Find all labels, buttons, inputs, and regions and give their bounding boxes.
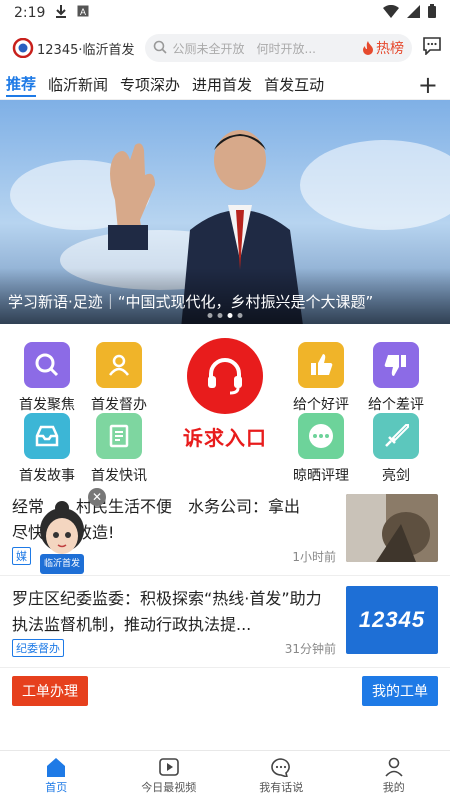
carousel-dot-active — [227, 313, 233, 318]
tab-recommend[interactable]: 推荐 — [6, 73, 37, 97]
nav-home[interactable]: 首页 — [0, 751, 113, 800]
search-placeholder: 公厕未全开放 何时开放... — [172, 41, 316, 56]
status-bar: 2:19 A — [0, 0, 450, 26]
sword-icon — [373, 413, 419, 459]
tab-progress[interactable]: 进用首发 — [192, 74, 252, 95]
chat-dots-icon — [298, 413, 344, 459]
logo-icon — [12, 38, 34, 58]
thumbs-down-icon — [373, 342, 419, 388]
wifi-icon — [383, 4, 399, 22]
my-work-order-button[interactable]: 我的工单 — [362, 676, 438, 706]
add-tab-button[interactable]: + — [418, 71, 444, 99]
thumbs-up-icon — [298, 342, 344, 388]
nav-label: 今日最视频 — [141, 780, 197, 794]
hot-list-label: 热榜 — [376, 41, 404, 57]
carousel-dot — [207, 313, 213, 318]
carousel-dots — [207, 313, 243, 318]
headset-icon — [187, 338, 263, 414]
thumbnail-text: 12345 — [358, 607, 426, 632]
appeal-label: 诉求入口 — [183, 426, 267, 450]
search-icon — [24, 342, 70, 388]
grid-item-supervise[interactable]: 首发督办 — [83, 342, 155, 414]
tab-interact[interactable]: 首发互动 — [264, 74, 324, 95]
news-time: 1小时前 — [292, 549, 336, 564]
nav-label: 首页 — [45, 780, 68, 794]
carousel-dot — [237, 313, 243, 318]
grid-item-label: 首发故事 — [19, 468, 75, 484]
news-list: 经常 村民生活不便 水务公司：拿出 尽快提升改造! 媒 1小时前 罗庄区纪委监委… — [0, 484, 450, 668]
news-thumbnail — [346, 494, 438, 562]
download-icon — [55, 4, 67, 22]
nav-speak[interactable]: 我有话说 — [225, 751, 338, 800]
battery-icon — [428, 4, 436, 22]
cloud-shape — [300, 140, 450, 230]
grid-item-label: 晾晒评理 — [293, 468, 349, 484]
grid-item-review[interactable]: 晾晒评理 — [285, 413, 357, 485]
nav-video[interactable]: 今日最视频 — [113, 751, 226, 800]
grid-item-label: 亮剑 — [382, 468, 410, 484]
grid-item-label: 给个差评 — [368, 397, 424, 413]
a-box-icon: A — [77, 5, 89, 21]
nav-mine[interactable]: 我的 — [338, 751, 450, 800]
function-grid: 首发聚焦 首发督办 诉求入口 给个好评 给个差评 首发故事 首发快讯 晾晒评理 … — [0, 324, 450, 484]
search-icon — [153, 40, 167, 57]
inbox-icon — [24, 413, 70, 459]
grid-item-label: 给个好评 — [293, 397, 349, 413]
mascot-badge: 临沂首发 — [43, 559, 80, 569]
nav-label: 我有话说 — [259, 780, 304, 794]
close-icon[interactable]: ✕ — [88, 488, 106, 506]
appeal-entry-button[interactable]: 诉求入口 — [176, 338, 274, 451]
bottom-nav: 首页 今日最视频 我有话说 我的 — [0, 750, 450, 800]
hot-list-button[interactable]: 热榜 — [362, 38, 404, 58]
handle-work-order-button[interactable]: 工单办理 — [12, 676, 88, 706]
grid-item-sword[interactable]: 亮剑 — [360, 413, 432, 485]
tab-special[interactable]: 专项深办 — [120, 74, 180, 95]
tab-linyi-news[interactable]: 临沂新闻 — [48, 74, 108, 95]
news-time: 31分钟前 — [284, 641, 336, 656]
category-tabs: 推荐 临沂新闻 专项深办 进用首发 首发互动 + — [0, 70, 450, 100]
carousel-dot — [217, 313, 223, 318]
news-item[interactable]: 罗庄区纪委监委：积极探索“热线·首发”助力执法监督机制，推动行政执法提... 纪… — [0, 576, 450, 668]
flame-icon — [363, 41, 373, 55]
nav-label: 我的 — [382, 780, 405, 794]
search-bar[interactable]: 公厕未全开放 何时开放... 热榜 — [144, 34, 412, 62]
app-header: 12345·临沂首发 公厕未全开放 何时开放... 热榜 — [0, 26, 450, 70]
banner-carousel[interactable]: 学习新语·足迹｜“中国式现代化，乡村振兴是个大课题” — [0, 100, 450, 324]
status-time: 2:19 — [14, 5, 46, 21]
news-tag: 媒 — [12, 547, 31, 565]
grid-item-flash[interactable]: 首发快讯 — [83, 413, 155, 485]
grid-item-story[interactable]: 首发故事 — [11, 413, 83, 485]
logo-text: 12345·临沂首发 — [37, 42, 135, 58]
news-title: 罗庄区纪委监委：积极探索“热线·首发”助力执法监督机制，推动行政执法提... — [12, 589, 322, 634]
document-icon — [96, 413, 142, 459]
grid-item-label: 首发聚焦 — [19, 397, 75, 413]
floating-mascot[interactable]: 临沂首发 ✕ — [30, 488, 106, 580]
message-icon[interactable] — [422, 37, 442, 59]
video-icon — [158, 757, 179, 776]
grid-item-praise[interactable]: 给个好评 — [285, 342, 357, 414]
svg-text:A: A — [80, 7, 86, 17]
work-order-bar: 工单办理 我的工单 — [0, 668, 450, 714]
app-logo: 12345·临沂首发 — [12, 38, 135, 58]
news-tag: 纪委督办 — [12, 639, 64, 657]
grid-item-label: 首发快讯 — [91, 468, 147, 484]
user-icon — [385, 757, 403, 777]
grid-item-focus[interactable]: 首发聚焦 — [11, 342, 83, 414]
home-icon — [47, 757, 66, 777]
signal-icon — [407, 4, 420, 22]
grid-item-complaint[interactable]: 给个差评 — [360, 342, 432, 414]
news-thumbnail: 12345 — [346, 586, 438, 654]
users-icon — [96, 342, 142, 388]
waving-hand — [108, 143, 155, 250]
chat-icon — [271, 757, 291, 777]
grid-item-label: 首发督办 — [91, 397, 147, 413]
